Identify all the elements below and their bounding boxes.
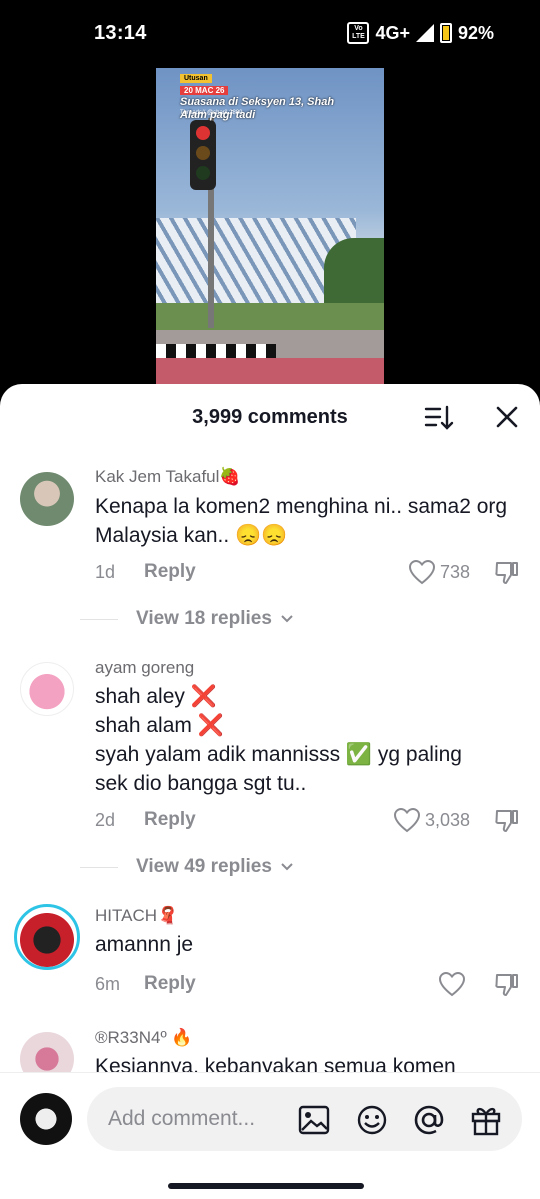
comment-text-line: syah yalam adik mannisss ✅ yg paling [95, 743, 462, 766]
comment-input-bar: Add comment... [0, 1072, 540, 1199]
status-bar: 13:14 Vo LTE 4G+ 92% [0, 0, 540, 68]
like-button[interactable]: 738 [408, 559, 470, 585]
comment-text-line: shah aley ❌ [95, 685, 217, 708]
like-count: 738 [439, 561, 470, 582]
dislike-icon[interactable] [494, 560, 520, 586]
comment-age: 1d [95, 562, 116, 582]
reply-button[interactable]: Reply [144, 973, 196, 995]
video-thumbnail[interactable]: Utusan 20 MAC 26 Suasana di Seksyen 13, … [156, 68, 384, 384]
video-crosswalk [156, 358, 384, 384]
video-credit: Threads// @sharil.2889 [180, 110, 243, 116]
battery-icon [439, 23, 452, 43]
mention-icon[interactable] [412, 1103, 446, 1137]
status-time: 13:14 [94, 22, 147, 44]
comment-username[interactable]: ®R33N4º 🔥 [95, 1028, 193, 1048]
view-replies-button[interactable]: View 49 replies [80, 856, 294, 878]
network-label: 4G+ [375, 22, 410, 43]
heart-icon [393, 807, 420, 833]
video-curb [156, 344, 276, 358]
my-avatar[interactable] [20, 1093, 72, 1145]
like-button[interactable]: 3,038 [393, 807, 470, 833]
gift-icon[interactable] [469, 1103, 503, 1137]
dislike-icon[interactable] [494, 808, 520, 834]
video-grass [156, 303, 384, 333]
avatar[interactable] [20, 662, 74, 716]
comment-text: amannn je [95, 933, 194, 956]
comment-text-line: shah alam ❌ [95, 714, 224, 737]
heart-icon [408, 559, 435, 585]
comments-count-title: 3,999 comments [192, 406, 348, 428]
battery-level: 92% [457, 22, 494, 43]
comment-age: 2d [95, 810, 116, 830]
chevron-down-icon [281, 615, 293, 623]
avatar[interactable] [14, 904, 80, 970]
avatar[interactable] [20, 472, 74, 526]
like-count: 3,038 [424, 809, 470, 830]
close-icon[interactable] [494, 404, 520, 430]
video-caption: Suasana di Seksyen 13, Shah Alam pagi ta… [180, 96, 335, 121]
comment-age: 6m [95, 974, 121, 994]
view-replies-button[interactable]: View 18 replies [80, 608, 294, 630]
comment-username[interactable]: ayam goreng [95, 658, 194, 678]
video-date: 20 MAC 26 [180, 86, 229, 95]
volte-icon: Vo LTE [347, 22, 370, 44]
traffic-light [190, 120, 216, 190]
view-replies-label: View 18 replies [136, 608, 272, 629]
comment-username[interactable]: Kak Jem Takaful🍓 [95, 467, 241, 487]
reply-button[interactable]: Reply [144, 809, 196, 831]
sort-icon[interactable] [424, 404, 454, 432]
reply-button[interactable]: Reply [144, 561, 196, 583]
dislike-icon[interactable] [494, 972, 520, 998]
comment-username[interactable]: HITACH🧣 [95, 906, 178, 926]
home-indicator[interactable] [168, 1183, 364, 1189]
view-replies-label: View 49 replies [136, 856, 272, 877]
heart-icon [438, 971, 466, 997]
image-icon[interactable] [297, 1103, 331, 1137]
divider [80, 866, 118, 868]
sheet-header: 3,999 comments [0, 384, 540, 450]
status-icons: Vo LTE 4G+ 92% [347, 22, 494, 44]
comment-text: Kenapa la komen2 menghina ni.. sama2 org… [95, 495, 508, 547]
signal-icon [415, 24, 434, 42]
emoji-icon[interactable] [355, 1103, 389, 1137]
chevron-down-icon [281, 863, 293, 871]
video-tag: Utusan [180, 74, 212, 83]
like-button[interactable] [438, 971, 470, 997]
divider [80, 618, 118, 620]
comment-input-placeholder: Add comment... [108, 1107, 256, 1130]
comment-text-line: sek dio bangga sgt tu.. [95, 772, 307, 795]
comment-input[interactable]: Add comment... [87, 1087, 522, 1151]
